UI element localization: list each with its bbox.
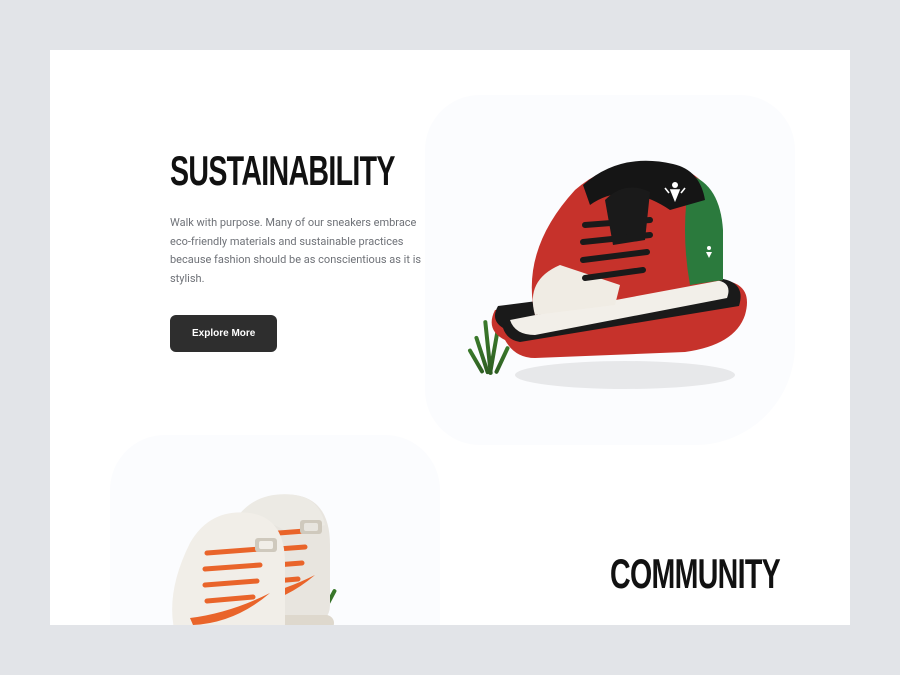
community-image-card (110, 435, 440, 625)
sustainability-heading: SUSTAINABILITY (170, 150, 395, 192)
sustainability-section: SUSTAINABILITY Walk with purpose. Many o… (170, 130, 790, 352)
landing-page: SUSTAINABILITY Walk with purpose. Many o… (50, 50, 850, 625)
sneaker-secondary-image (150, 465, 410, 625)
community-heading: COMMUNITY (610, 553, 780, 595)
sustainability-body: Walk with purpose. Many of our sneakers … (170, 214, 430, 289)
sustainability-text: SUSTAINABILITY Walk with purpose. Many o… (170, 130, 501, 352)
explore-more-button[interactable]: Explore More (170, 315, 277, 352)
